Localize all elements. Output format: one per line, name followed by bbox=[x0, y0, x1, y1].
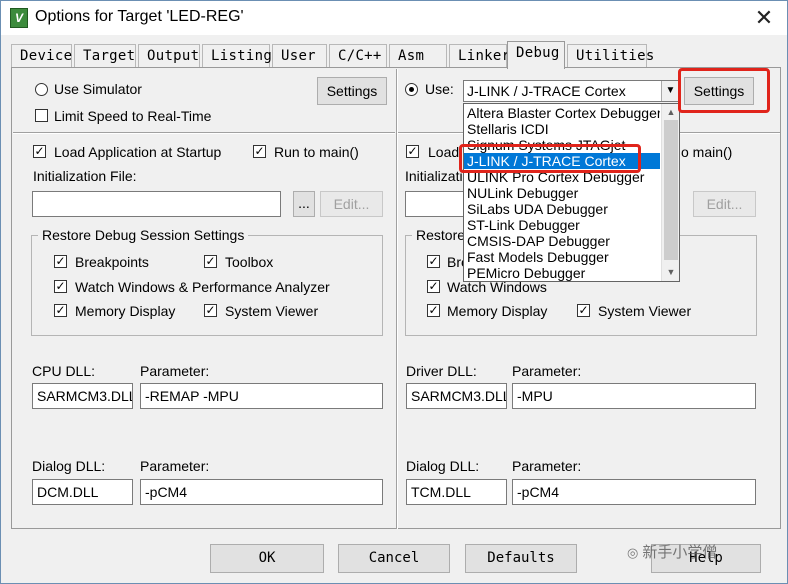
right-load-app-checkbox[interactable]: ✓ bbox=[406, 145, 419, 158]
tab-strip: Device Target Output Listing User C/C++ … bbox=[11, 41, 781, 69]
watch-windows-label: Watch Windows & Performance Analyzer bbox=[75, 279, 330, 295]
defaults-button[interactable]: Defaults bbox=[465, 544, 577, 573]
right-dialog-dll-field[interactable]: TCM.DLL bbox=[406, 479, 507, 505]
tab-device[interactable]: Device bbox=[11, 44, 72, 68]
tab-cc[interactable]: C/C++ bbox=[329, 44, 387, 68]
window-title: Options for Target 'LED-REG' bbox=[35, 8, 244, 25]
browse-button[interactable]: ... bbox=[293, 191, 315, 217]
right-system-viewer-checkbox[interactable]: ✓ bbox=[577, 304, 590, 317]
dropdown-option[interactable]: NULink Debugger bbox=[464, 185, 660, 201]
load-app-label: Load Application at Startup bbox=[54, 144, 222, 160]
cancel-button[interactable]: Cancel bbox=[338, 544, 450, 573]
use-debugger-radio[interactable] bbox=[405, 83, 418, 96]
title-bar: V Options for Target 'LED-REG' ✕ bbox=[1, 1, 787, 35]
watermark: ◎ 新手小学僧 bbox=[627, 541, 717, 562]
driver-dll-field[interactable]: SARMCM3.DLL bbox=[406, 383, 507, 409]
system-viewer-label: System Viewer bbox=[225, 303, 319, 319]
dropdown-option[interactable]: ST-Link Debugger bbox=[464, 217, 660, 233]
tab-user[interactable]: User bbox=[272, 44, 327, 68]
close-icon[interactable]: ✕ bbox=[747, 5, 781, 31]
dropdown-scrollbar[interactable]: ▲ ▼ bbox=[661, 104, 679, 281]
limit-speed-checkbox[interactable] bbox=[35, 109, 48, 122]
driver-param-label: Parameter: bbox=[512, 363, 582, 379]
watermark-text: 新手小学僧 bbox=[642, 544, 718, 561]
dropdown-option[interactable]: SiLabs UDA Debugger bbox=[464, 201, 660, 217]
dropdown-option[interactable]: Fast Models Debugger bbox=[464, 249, 660, 265]
cpu-param-label: Parameter: bbox=[140, 363, 210, 379]
tab-linker[interactable]: Linker bbox=[449, 44, 510, 68]
keil-app-icon: V bbox=[10, 8, 28, 28]
limit-speed-label: Limit Speed to Real-Time bbox=[54, 108, 212, 124]
right-dialog-param-label: Parameter: bbox=[512, 458, 582, 474]
restore-settings-title: Restore Debug Session Settings bbox=[38, 227, 249, 243]
simulator-settings-button[interactable]: Settings bbox=[317, 77, 387, 105]
system-viewer-checkbox[interactable]: ✓ bbox=[204, 304, 217, 317]
debugger-dropdown-list: Altera Blaster Cortex Debugger Stellaris… bbox=[463, 103, 680, 282]
dropdown-option[interactable]: PEMicro Debugger bbox=[464, 265, 660, 281]
use-simulator-label: Use Simulator bbox=[54, 81, 142, 97]
use-debugger-label: Use: bbox=[425, 81, 454, 97]
edit-init-button[interactable]: Edit... bbox=[320, 191, 383, 217]
column-divider bbox=[396, 69, 398, 529]
dialog-dll-field[interactable]: DCM.DLL bbox=[32, 479, 133, 505]
right-dialog-dll-label: Dialog DLL: bbox=[406, 458, 480, 474]
tab-target[interactable]: Target bbox=[74, 44, 136, 68]
dropdown-option[interactable]: CMSIS-DAP Debugger bbox=[464, 233, 660, 249]
tab-utilities[interactable]: Utilities bbox=[567, 44, 654, 68]
use-simulator-radio[interactable] bbox=[35, 83, 48, 96]
right-edit-init-button[interactable]: Edit... bbox=[693, 191, 756, 217]
debugger-select[interactable]: J-LINK / J-TRACE Cortex ▼ bbox=[463, 80, 680, 102]
highlight-box bbox=[678, 68, 770, 113]
tab-output[interactable]: Output bbox=[138, 44, 200, 68]
right-breakpoints-checkbox[interactable]: ✓ bbox=[427, 255, 440, 268]
tab-debug[interactable]: Debug bbox=[507, 41, 565, 69]
right-watch-windows-checkbox[interactable]: ✓ bbox=[427, 280, 440, 293]
ok-button[interactable]: OK bbox=[210, 544, 324, 573]
cpu-dll-field[interactable]: SARMCM3.DLL bbox=[32, 383, 133, 409]
run-to-main-label: Run to main() bbox=[274, 144, 359, 160]
toolbox-label: Toolbox bbox=[225, 254, 274, 270]
options-dialog: V Options for Target 'LED-REG' ✕ Device … bbox=[0, 0, 788, 584]
debugger-select-value: J-LINK / J-TRACE Cortex bbox=[467, 83, 626, 99]
dialog-param-label: Parameter: bbox=[140, 458, 210, 474]
scroll-down-icon[interactable]: ▼ bbox=[662, 264, 680, 280]
init-file-input[interactable] bbox=[32, 191, 281, 217]
separator bbox=[13, 132, 395, 134]
right-memory-display-label: Memory Display bbox=[447, 303, 548, 319]
load-app-checkbox[interactable]: ✓ bbox=[33, 145, 46, 158]
right-system-viewer-label: System Viewer bbox=[598, 303, 692, 319]
dialog-dll-label: Dialog DLL: bbox=[32, 458, 106, 474]
wechat-icon: ◎ bbox=[627, 545, 639, 560]
right-init-file-input[interactable] bbox=[405, 191, 465, 217]
right-load-app-label: Load bbox=[428, 144, 460, 160]
dialog-param-field[interactable]: -pCM4 bbox=[140, 479, 383, 505]
cpu-param-field[interactable]: -REMAP -MPU bbox=[140, 383, 383, 409]
scrollbar-thumb[interactable] bbox=[664, 120, 678, 260]
breakpoints-checkbox[interactable]: ✓ bbox=[54, 255, 67, 268]
tab-listing[interactable]: Listing bbox=[202, 44, 272, 68]
tab-asm[interactable]: Asm bbox=[389, 44, 447, 68]
toolbox-checkbox[interactable]: ✓ bbox=[204, 255, 217, 268]
driver-dll-label: Driver DLL: bbox=[406, 363, 477, 379]
memory-display-label: Memory Display bbox=[75, 303, 176, 319]
watch-windows-checkbox[interactable]: ✓ bbox=[54, 280, 67, 293]
dropdown-option[interactable]: Altera Blaster Cortex Debugger bbox=[464, 105, 660, 121]
dropdown-option[interactable]: Stellaris ICDI bbox=[464, 121, 660, 137]
right-restore-settings-title: Restore bbox=[412, 227, 470, 243]
memory-display-checkbox[interactable]: ✓ bbox=[54, 304, 67, 317]
right-dialog-param-field[interactable]: -pCM4 bbox=[512, 479, 756, 505]
chevron-down-icon[interactable]: ▼ bbox=[661, 81, 679, 101]
highlight-box bbox=[459, 144, 641, 173]
run-to-main-checkbox[interactable]: ✓ bbox=[253, 145, 266, 158]
init-file-label: Initialization File: bbox=[33, 168, 137, 184]
breakpoints-label: Breakpoints bbox=[75, 254, 149, 270]
right-memory-display-checkbox[interactable]: ✓ bbox=[427, 304, 440, 317]
driver-param-field[interactable]: -MPU bbox=[512, 383, 756, 409]
right-run-to-main-label: o main() bbox=[681, 144, 733, 160]
cpu-dll-label: CPU DLL: bbox=[32, 363, 96, 379]
